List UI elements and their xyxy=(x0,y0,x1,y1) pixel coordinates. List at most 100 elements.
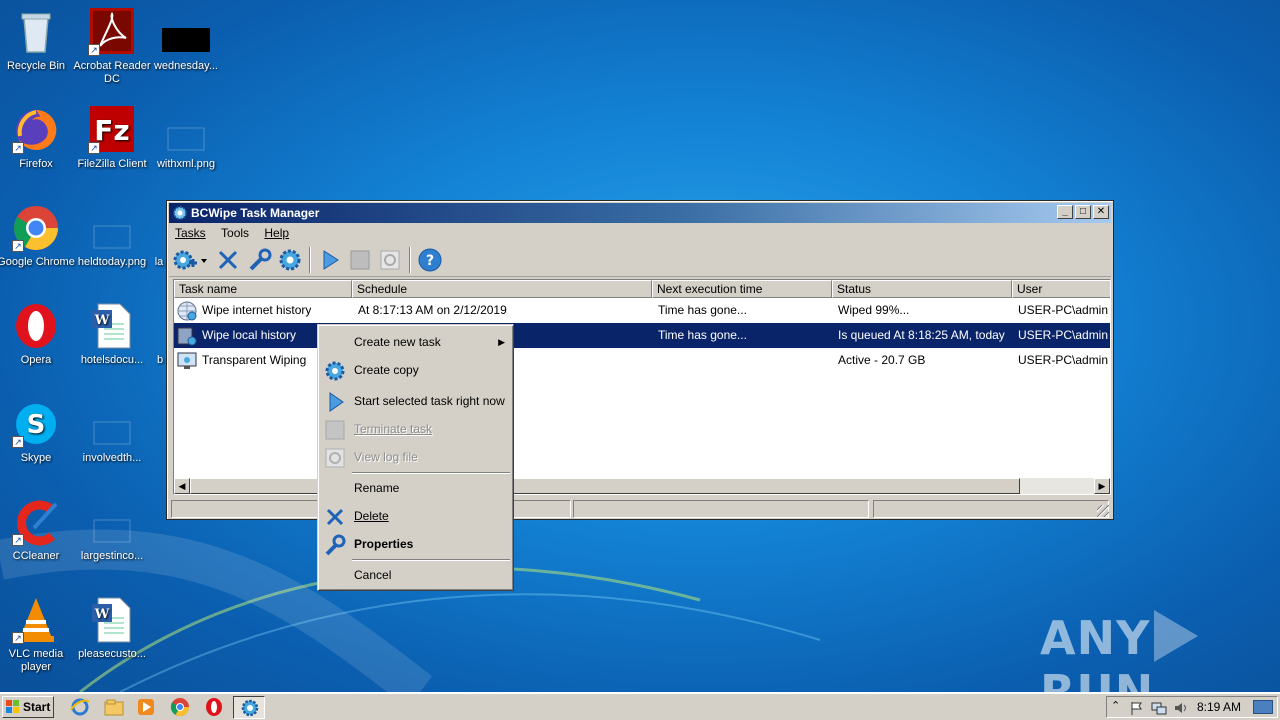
toolbar: ? xyxy=(169,243,1111,277)
menu-item-delete[interactable]: Delete xyxy=(321,503,511,529)
svg-text:W: W xyxy=(94,313,110,328)
taskbar-clock[interactable]: 8:19 AM xyxy=(1197,697,1241,717)
desktop-icon-ccleaner[interactable]: ↗ CCleaner xyxy=(0,498,76,563)
stop-icon[interactable] xyxy=(347,247,373,273)
resize-grip-icon[interactable] xyxy=(1097,505,1109,517)
scroll-thumb[interactable] xyxy=(190,478,1020,494)
desktop-icon-label: Acrobat Reader DC xyxy=(73,60,151,85)
shortcut-arrow-icon: ↗ xyxy=(12,534,24,546)
chrome-icon: ↗ xyxy=(12,204,60,252)
cell-status: Active - 20.7 GB xyxy=(838,353,926,367)
column-schedule[interactable]: Schedule xyxy=(352,280,652,298)
dropdown-arrow-icon[interactable] xyxy=(199,247,209,273)
desktop-icon-opera[interactable]: Opera xyxy=(0,302,76,367)
scroll-right-icon[interactable]: ▶ xyxy=(1094,478,1110,494)
menu-item-rename[interactable]: Rename xyxy=(321,475,511,501)
opera-icon[interactable] xyxy=(204,697,224,717)
skype-icon: S ↗ xyxy=(12,400,60,448)
menu-item-view-log-file[interactable]: View log file xyxy=(321,444,511,470)
horizontal-scrollbar[interactable]: ◀ ▶ xyxy=(174,478,1110,494)
taskbar-button-bcwipe[interactable] xyxy=(233,696,265,719)
close-button[interactable]: ✕ xyxy=(1093,205,1109,219)
desktop-icon-wednesday[interactable]: wednesday... xyxy=(146,8,226,73)
flag-icon[interactable] xyxy=(1129,700,1145,716)
desktop-icon-largestinco[interactable]: largestinco... xyxy=(72,498,152,563)
context-menu: Create new task ▶ Create copy Start sele… xyxy=(317,324,514,591)
view-log-icon[interactable] xyxy=(377,247,403,273)
menu-item-start-task[interactable]: Start selected task right now xyxy=(321,388,511,414)
menu-item-cancel[interactable]: Cancel xyxy=(321,562,511,588)
desktop-icon-label: FileZilla Client xyxy=(77,158,147,170)
copy-gear-icon[interactable] xyxy=(277,247,303,273)
menu-separator xyxy=(352,559,510,561)
png-file-icon xyxy=(88,400,136,448)
media-player-icon[interactable] xyxy=(136,697,156,717)
menu-item-create-new-task[interactable]: Create new task ▶ xyxy=(321,329,511,355)
desktop-icon-withxml[interactable]: withxml.png xyxy=(146,106,226,171)
cell-user: USER-PC\admin xyxy=(1018,303,1109,317)
statusbar xyxy=(169,499,1111,519)
menu-help[interactable]: Help xyxy=(258,223,295,243)
windows-flag-icon xyxy=(6,700,19,713)
delete-icon[interactable] xyxy=(215,247,241,273)
svg-text:S: S xyxy=(27,410,46,440)
bcwipe-task-manager-window: BCWipe Task Manager _ □ ✕ Tasks Tools He… xyxy=(166,200,1114,520)
menu-tools[interactable]: Tools xyxy=(215,223,255,243)
chrome-icon[interactable] xyxy=(170,697,190,717)
desktop-icon-skype[interactable]: S ↗ Skype xyxy=(0,400,76,465)
show-hidden-icon[interactable]: ⌃ xyxy=(1111,699,1120,712)
window-titlebar[interactable]: BCWipe Task Manager _ □ ✕ xyxy=(169,203,1111,223)
table-row[interactable]: Wipe internet history At 8:17:13 AM on 2… xyxy=(174,298,1110,323)
start-icon[interactable] xyxy=(317,247,343,273)
filezilla-icon: Fz ↗ xyxy=(88,106,136,154)
acrobat-icon: ↗ xyxy=(88,8,136,56)
menu-item-properties[interactable]: Properties xyxy=(321,531,511,557)
word-document-icon: W xyxy=(88,596,136,644)
show-desktop-button[interactable] xyxy=(1253,700,1273,714)
desktop-icon-label: Recycle Bin xyxy=(6,60,66,72)
minimize-button[interactable]: _ xyxy=(1057,205,1073,219)
desktop-icon-heldtoday[interactable]: heldtoday.png xyxy=(72,204,152,269)
volume-icon[interactable] xyxy=(1173,700,1189,716)
word-document-icon: W xyxy=(88,302,136,350)
menu-item-terminate-task[interactable]: Terminate task xyxy=(321,416,511,442)
menu-tasks[interactable]: Tasks xyxy=(169,223,212,243)
column-next-execution[interactable]: Next execution time xyxy=(652,280,832,298)
submenu-arrow-icon: ▶ xyxy=(498,337,505,347)
toolbar-separator xyxy=(309,247,311,273)
bcwipe-app-icon xyxy=(173,206,187,220)
table-row[interactable]: Transparent Wiping Active - 20.7 GB USER… xyxy=(174,348,1110,373)
desktop-icon-hotelsdocu[interactable]: W hotelsdocu... xyxy=(72,302,152,367)
desktop-icon-recycle-bin[interactable]: Recycle Bin xyxy=(0,8,76,73)
scroll-left-icon[interactable]: ◀ xyxy=(174,478,190,494)
start-button[interactable]: Start xyxy=(2,696,54,718)
column-status[interactable]: Status xyxy=(832,280,1012,298)
column-task-name[interactable]: Task name xyxy=(174,280,352,298)
table-row-selected[interactable]: Wipe local history Time has gone... Is q… xyxy=(174,323,1110,348)
menu-separator xyxy=(352,472,510,474)
network-icon[interactable] xyxy=(1151,700,1167,716)
play-icon xyxy=(329,392,344,412)
local-disk-task-icon xyxy=(177,327,197,346)
stop-icon xyxy=(325,420,345,440)
column-user[interactable]: User xyxy=(1012,280,1110,298)
task-list-header: Task name Schedule Next execution time S… xyxy=(174,280,1110,298)
desktop-icon-label: involvedth... xyxy=(82,452,142,464)
desktop-icon-filezilla[interactable]: Fz ↗ FileZilla Client xyxy=(72,106,152,171)
properties-wrench-icon[interactable] xyxy=(247,247,273,273)
maximize-button[interactable]: □ xyxy=(1075,205,1091,219)
help-icon[interactable]: ? xyxy=(417,247,443,273)
desktop-icon-pleasecusto[interactable]: W pleasecusto... xyxy=(72,596,152,661)
desktop-icon-firefox[interactable]: ↗ Firefox xyxy=(0,106,76,171)
desktop-icon-vlc[interactable]: ↗ VLC media player xyxy=(0,596,76,674)
menu-item-create-copy[interactable]: Create copy xyxy=(321,357,511,383)
new-task-icon[interactable] xyxy=(171,247,197,273)
ie-icon[interactable] xyxy=(70,697,90,717)
desktop-icon-label: Firefox xyxy=(19,158,53,170)
desktop-icon-chrome[interactable]: ↗ Google Chrome xyxy=(0,204,76,269)
desktop-icon-label: withxml.png xyxy=(156,158,216,170)
desktop-icon-involvedth[interactable]: involvedth... xyxy=(72,400,152,465)
desktop-icon-acrobat[interactable]: ↗ Acrobat Reader DC xyxy=(72,8,152,86)
x-icon xyxy=(326,508,344,526)
explorer-icon[interactable] xyxy=(104,697,124,717)
